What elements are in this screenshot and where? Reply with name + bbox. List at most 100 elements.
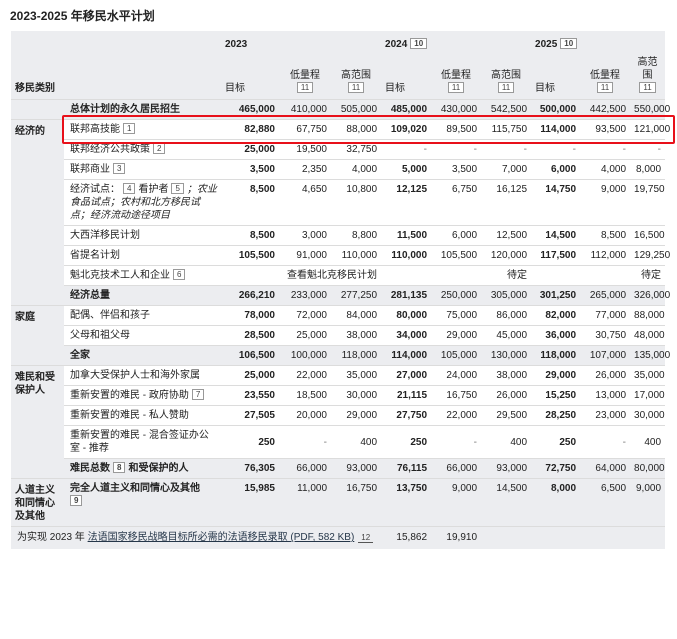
table-cell: 8,000: [531, 478, 581, 527]
footer-value: 19,910: [431, 526, 482, 549]
table-cell: 29,000: [531, 365, 581, 386]
table-cell: 19,500: [279, 139, 331, 160]
page-title: 2023-2025 年移民水平计划: [10, 9, 155, 23]
row-label: 完全人道主义和同情心及其他 9: [64, 478, 221, 527]
table-cell: 15,985: [221, 478, 279, 527]
table-row: 父母和祖父母 28,500 25,000 38,000 34,000 29,000 45…: [11, 325, 666, 346]
category-humanitarian: 人道主义和同情心及其他: [11, 478, 64, 527]
table-row: 联邦商业 3 3,500 2,350 4,000 5,000 3,500 7,000 6,…: [11, 159, 666, 180]
row-label: 大西洋移民计划: [64, 225, 221, 246]
table-row: 全家 106,500 100,000 118,000 114,000 105,000 1…: [11, 345, 670, 366]
table-cell: 118,000: [531, 345, 581, 366]
row-label: 全家: [64, 345, 221, 366]
table-cell: 326,000: [630, 285, 670, 306]
table-cell: 24,000: [431, 365, 482, 386]
table-cell: 35,000: [630, 365, 666, 386]
footnote-link[interactable]: 9: [70, 495, 83, 506]
table-cell: 78,000: [221, 305, 279, 326]
table-cell: -: [381, 139, 432, 160]
table-cell: 9,000: [630, 478, 666, 527]
tbd-2024: 待定: [381, 265, 532, 286]
footnote-link[interactable]: 10: [560, 38, 578, 49]
table-cell: 301,250: [531, 285, 581, 306]
table-cell: 110,000: [331, 245, 382, 266]
table-cell: 30,000: [630, 405, 666, 426]
table-cell: 109,020: [381, 119, 432, 140]
table-cell: 30,000: [331, 385, 382, 406]
footnote-link[interactable]: 11: [447, 82, 465, 93]
tbd-2025: 待定: [531, 265, 666, 286]
table-cell: 20,000: [279, 405, 331, 426]
table-cell: 72,750: [531, 458, 581, 479]
row-label: 经济试点： 4 看护者 5 ；农业食品试点；农村和北方移民试点；经济流动途径项目: [64, 179, 221, 226]
table-cell: 6,750: [431, 179, 482, 226]
category-family: 家庭: [11, 305, 64, 366]
table-cell: 88,000: [331, 119, 382, 140]
francophone-pdf-link[interactable]: 法语国家移民战略目标所必需的法语移民录取 (PDF, 582 KB): [88, 532, 355, 543]
high-range-header: 高范围 11: [630, 53, 666, 100]
footnote-link[interactable]: 11: [296, 82, 314, 93]
table-cell: 17,000: [630, 385, 666, 406]
row-label: 总体计划的永久居民招生: [64, 99, 221, 120]
table-cell: 76,305: [221, 458, 279, 479]
table-cell: 277,250: [331, 285, 382, 306]
footnote-link[interactable]: 3: [113, 163, 126, 174]
table-row: 经济试点： 4 看护者 5 ；农业食品试点；农村和北方移民试点；经济流动途径项目 8,5…: [11, 179, 666, 226]
table-cell: 86,000: [481, 305, 532, 326]
table-cell: 27,505: [221, 405, 279, 426]
table-cell: 82,880: [221, 119, 279, 140]
table-cell: 80,000: [381, 305, 432, 326]
table-cell: 29,500: [481, 405, 532, 426]
column-header-row: 移民类别 目标 低量程 11 高范围 11 目标 低量程 11 高范围 11 目标 低量…: [11, 53, 666, 100]
table-cell: 9,000: [431, 478, 482, 527]
table-cell: 84,000: [331, 305, 382, 326]
table-cell: 115,750: [481, 119, 532, 140]
table-cell: 542,500: [481, 99, 532, 120]
footnote-link[interactable]: 11: [347, 82, 365, 93]
footer-text: 为实现 2023 年 法语国家移民战略目标所必需的法语移民录取 (PDF, 58…: [11, 526, 382, 549]
table-cell: 27,750: [381, 405, 432, 426]
table-cell: 14,750: [531, 179, 581, 226]
table-cell: 233,000: [279, 285, 331, 306]
table-cell: 48,000: [630, 325, 666, 346]
table-cell: 107,000: [580, 345, 631, 366]
target-header: 目标: [221, 53, 279, 100]
footnote-link[interactable]: 11: [596, 82, 614, 93]
table-cell: 8,500: [221, 225, 279, 246]
quebec-plan-text: 查看魁北克移民计划: [221, 265, 382, 286]
table-cell: 15,250: [531, 385, 581, 406]
footnote-link[interactable]: 6: [173, 269, 186, 280]
low-range-header: 低量程 11: [431, 53, 482, 100]
footnote-link[interactable]: 12: [358, 533, 374, 544]
table-cell: 16,500: [630, 225, 666, 246]
category-header: 移民类别: [11, 53, 221, 100]
footnote-link[interactable]: 7: [191, 389, 205, 400]
table-cell: 13,000: [580, 385, 631, 406]
footnote-link[interactable]: 11: [639, 82, 656, 93]
footnote-link[interactable]: 10: [410, 38, 428, 49]
footnote-link[interactable]: 1: [123, 123, 136, 134]
table-cell: 82,000: [531, 305, 581, 326]
table-cell: 22,000: [431, 405, 482, 426]
table-cell: 8,500: [580, 225, 631, 246]
row-label: 重新安置的难民 - 私人赞助: [64, 405, 221, 426]
table-cell: -: [580, 139, 631, 160]
table-cell: 13,750: [381, 478, 432, 527]
footnote-link[interactable]: 2: [153, 143, 166, 154]
table-row: 经济的 联邦高技能 1 82,880 67,750 88,000 109,020 89,…: [11, 119, 670, 306]
footnote-link[interactable]: 11: [497, 82, 515, 93]
footnote-link[interactable]: 5: [171, 183, 184, 194]
table-cell: 250: [381, 425, 432, 459]
table-cell: 6,000: [531, 159, 581, 180]
table-cell: 505,000: [331, 99, 382, 120]
table-cell: 64,000: [580, 458, 631, 479]
low-range-header: 低量程 11: [279, 53, 331, 100]
table-cell: 121,000: [630, 119, 670, 140]
table-cell: 75,000: [431, 305, 482, 326]
table-row: 人道主义和同情心及其他 完全人道主义和同情心及其他 9 15,985 11,000 1…: [11, 478, 666, 527]
footnote-link[interactable]: 8: [113, 462, 126, 473]
table-row: 重新安置的难民 - 混合签证办公室 - 推荐 250-400 250-400 2…: [11, 425, 666, 459]
table-cell: 38,000: [481, 365, 532, 386]
footnote-link[interactable]: 4: [123, 183, 136, 194]
target-header: 目标: [531, 53, 581, 100]
